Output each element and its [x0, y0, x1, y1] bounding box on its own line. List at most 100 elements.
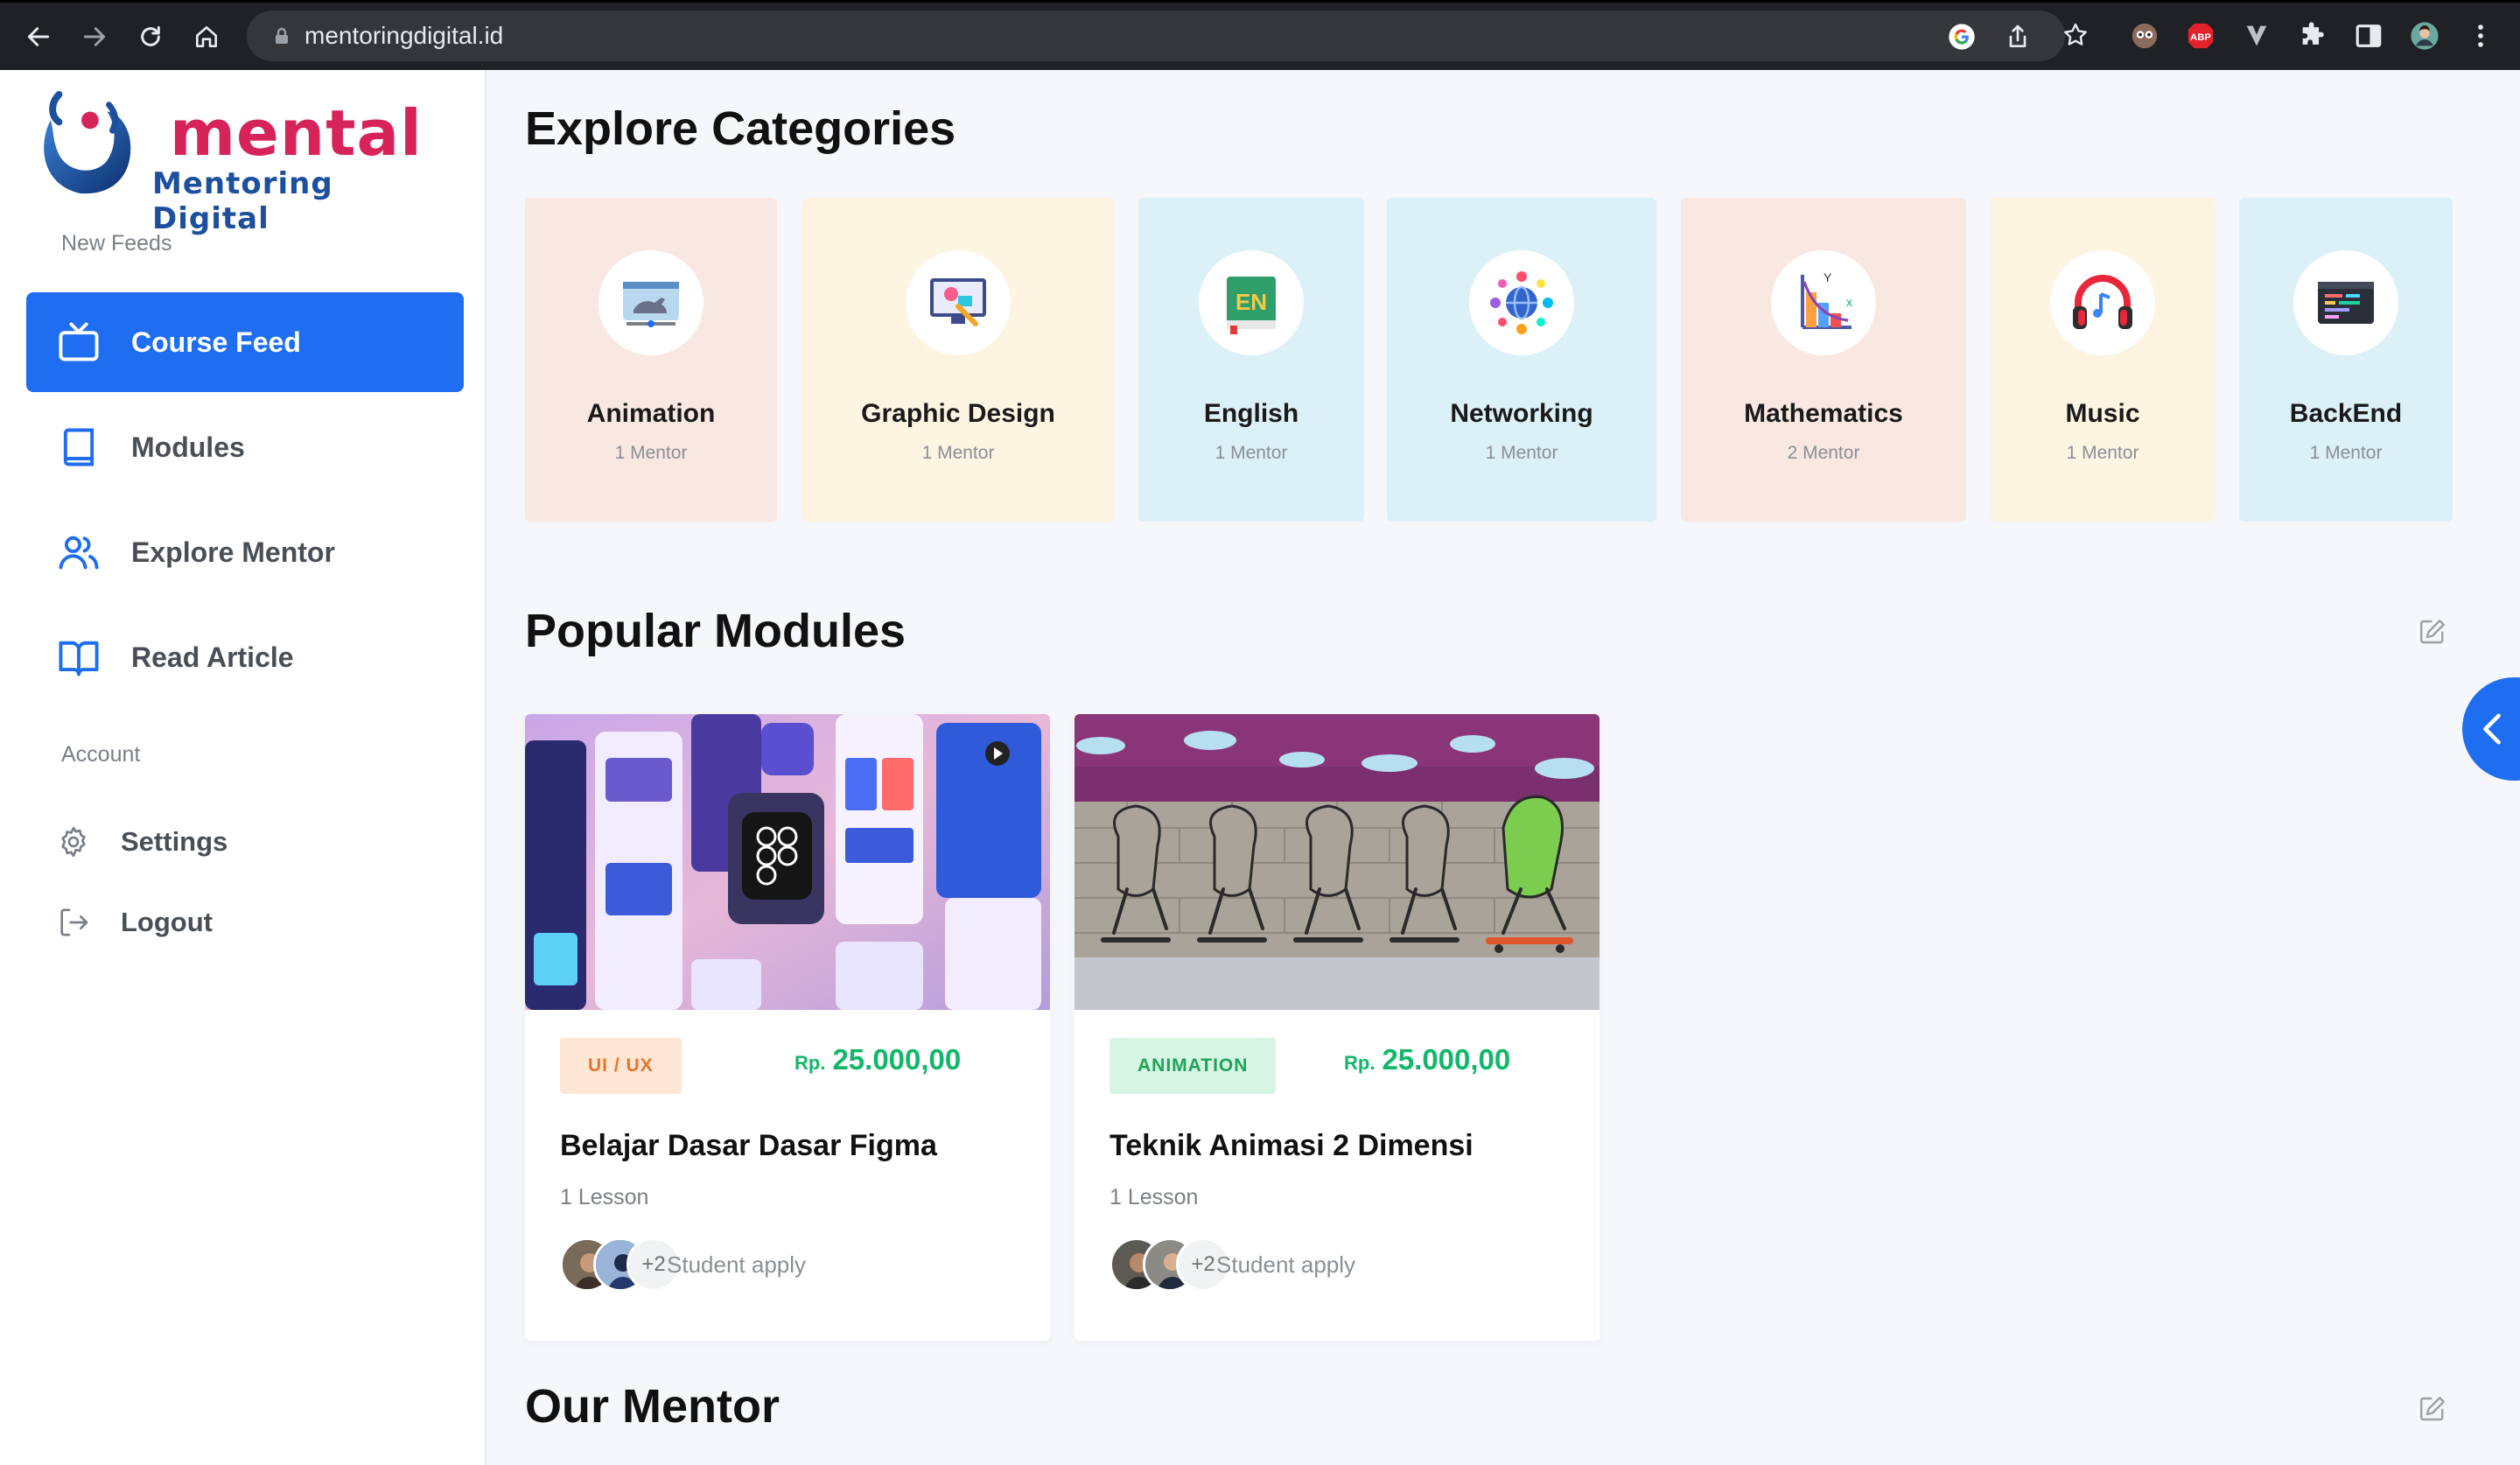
module-category-badge: ANIMATION [1110, 1038, 1277, 1094]
svg-text:Y: Y [1824, 270, 1832, 284]
google-icon[interactable] [1948, 23, 1976, 51]
category-card-mathematics[interactable]: Yx Mathematics 2 Mentor [1681, 198, 1966, 522]
sidebar-item-explore-mentor[interactable]: Explore Mentor [26, 502, 464, 602]
network-globe-icon [1490, 271, 1553, 334]
animation-course-image [1074, 714, 1600, 1010]
bookmark-star-icon[interactable] [2062, 21, 2090, 49]
module-card-animasi[interactable]: ANIMATION Rp. 25.000,00 Teknik Animasi 2 … [1074, 714, 1600, 1341]
category-count: 1 Mentor [2066, 443, 2139, 463]
module-lessons: 1 Lesson [1110, 1185, 1199, 1209]
brand-mark-icon [44, 90, 131, 194]
price-value: 25.000,00 [1382, 1043, 1511, 1076]
category-card-english[interactable]: EN English 1 Mentor [1138, 198, 1364, 522]
window-edge [0, 0, 2520, 3]
category-count: 1 Mentor [614, 443, 688, 463]
category-icon-wrap [906, 250, 1011, 355]
currency-label: Rp. [794, 1052, 826, 1074]
sidebar-item-label: Settings [121, 826, 228, 857]
chevron-left-icon [2483, 713, 2501, 745]
category-count: 1 Mentor [1214, 443, 1288, 463]
category-card-networking[interactable]: Networking 1 Mentor [1387, 198, 1656, 522]
brand-name: mental [170, 96, 423, 170]
category-count: 2 Mentor [1787, 443, 1860, 463]
adblock-icon[interactable]: ABP [2186, 21, 2216, 51]
category-card-animation[interactable]: Animation 1 Mentor [525, 198, 777, 522]
sidebar-item-logout[interactable]: Logout [26, 891, 464, 954]
svg-text:x: x [1846, 295, 1852, 309]
figma-course-image [525, 714, 1050, 1010]
sidebar-item-label: Modules [131, 431, 245, 463]
sidebar-item-read-article[interactable]: Read Article [26, 607, 464, 707]
category-name: Networking [1450, 399, 1593, 428]
extensions-puzzle-icon[interactable] [2298, 21, 2328, 51]
reload-icon [141, 25, 160, 46]
categories-heading: Explore Categories [525, 102, 956, 155]
extension-glasses-icon[interactable] [2130, 21, 2160, 51]
module-title: Belajar Dasar Dasar Figma [560, 1129, 937, 1162]
code-window-icon [2318, 282, 2374, 324]
category-count: 1 Mentor [921, 443, 995, 463]
category-icon-wrap [598, 250, 704, 355]
student-avatars: +2 [560, 1237, 682, 1293]
sidebar-item-label: Logout [121, 907, 214, 937]
category-name: BackEnd [2289, 399, 2403, 428]
sidebar-item-settings[interactable]: Settings [26, 810, 464, 873]
sidebar-item-label: Read Article [131, 641, 294, 673]
extension-v-icon[interactable] [2242, 21, 2272, 51]
open-book-icon [59, 641, 99, 676]
forward-button[interactable] [75, 18, 114, 56]
category-name: Mathematics [1744, 399, 1903, 428]
brand-subtitle: Mentoring Digital [152, 166, 333, 236]
modules-heading: Popular Modules [525, 605, 906, 657]
logout-icon [60, 908, 88, 936]
side-panel-icon[interactable] [2354, 21, 2384, 51]
animation-icon [623, 282, 679, 327]
category-name: Animation [586, 399, 716, 428]
category-icon-wrap [2293, 250, 2398, 355]
home-button[interactable] [187, 18, 226, 56]
module-category-badge: UI / UX [560, 1038, 682, 1094]
edit-mentor-icon[interactable] [2417, 1393, 2448, 1425]
users-icon [59, 536, 99, 570]
graphic-design-icon [930, 278, 986, 326]
profile-avatar-icon[interactable] [2410, 21, 2440, 51]
main-content: Explore Categories Animation 1 Mentor Gr… [488, 70, 2520, 1465]
chart-icon: Yx [1801, 270, 1852, 329]
category-name: Graphic Design [861, 399, 1055, 428]
category-icon-wrap [1469, 250, 1574, 355]
address-bar[interactable]: mentoringdigital.id [247, 11, 2065, 61]
sidebar-item-course-feed[interactable]: Course Feed [26, 292, 464, 392]
module-card-figma[interactable]: UI / UX Rp. 25.000,00 Belajar Dasar Dasar… [525, 714, 1050, 1341]
url-text: mentoringdigital.id [304, 22, 504, 49]
category-count: 1 Mentor [2309, 443, 2383, 463]
category-card-backend[interactable]: BackEnd 1 Mentor [2239, 198, 2453, 522]
edit-modules-icon[interactable] [2417, 616, 2448, 648]
browser-toolbar: mentoringdigital.id ABP [0, 0, 2520, 70]
sidebar-item-label: Course Feed [131, 326, 301, 358]
student-apply-label: Student apply [667, 1251, 807, 1278]
section-title-feeds: New Feeds [61, 231, 172, 256]
module-title: Teknik Animasi 2 Dimensi [1110, 1129, 1474, 1162]
back-button[interactable] [19, 18, 58, 56]
share-icon[interactable] [2004, 23, 2032, 51]
gear-icon [61, 826, 86, 858]
brand-logo[interactable]: mental Mentoring Digital [33, 86, 436, 236]
mentor-heading: Our Mentor [525, 1380, 780, 1433]
sidebar-item-label: Explore Mentor [131, 536, 335, 568]
menu-dots-icon[interactable] [2466, 21, 2496, 51]
home-icon [196, 26, 217, 47]
student-avatars: +2 [1110, 1237, 1232, 1293]
svg-text:EN: EN [1236, 289, 1267, 315]
category-icon-wrap: EN [1199, 250, 1304, 355]
sidebar-item-modules[interactable]: Modules [26, 397, 464, 497]
category-icon-wrap: Yx [1771, 250, 1876, 355]
reload-button[interactable] [131, 18, 170, 56]
student-apply-label: Student apply [1216, 1251, 1356, 1278]
module-lessons: 1 Lesson [560, 1185, 649, 1209]
module-thumbnail [1074, 714, 1600, 1010]
category-card-graphic-design[interactable]: Graphic Design 1 Mentor [802, 198, 1114, 522]
book-icon [63, 428, 94, 466]
category-card-music[interactable]: Music 1 Mentor [1991, 198, 2215, 522]
module-price: Rp. 25.000,00 [1344, 1043, 1510, 1076]
category-count: 1 Mentor [1485, 443, 1558, 463]
